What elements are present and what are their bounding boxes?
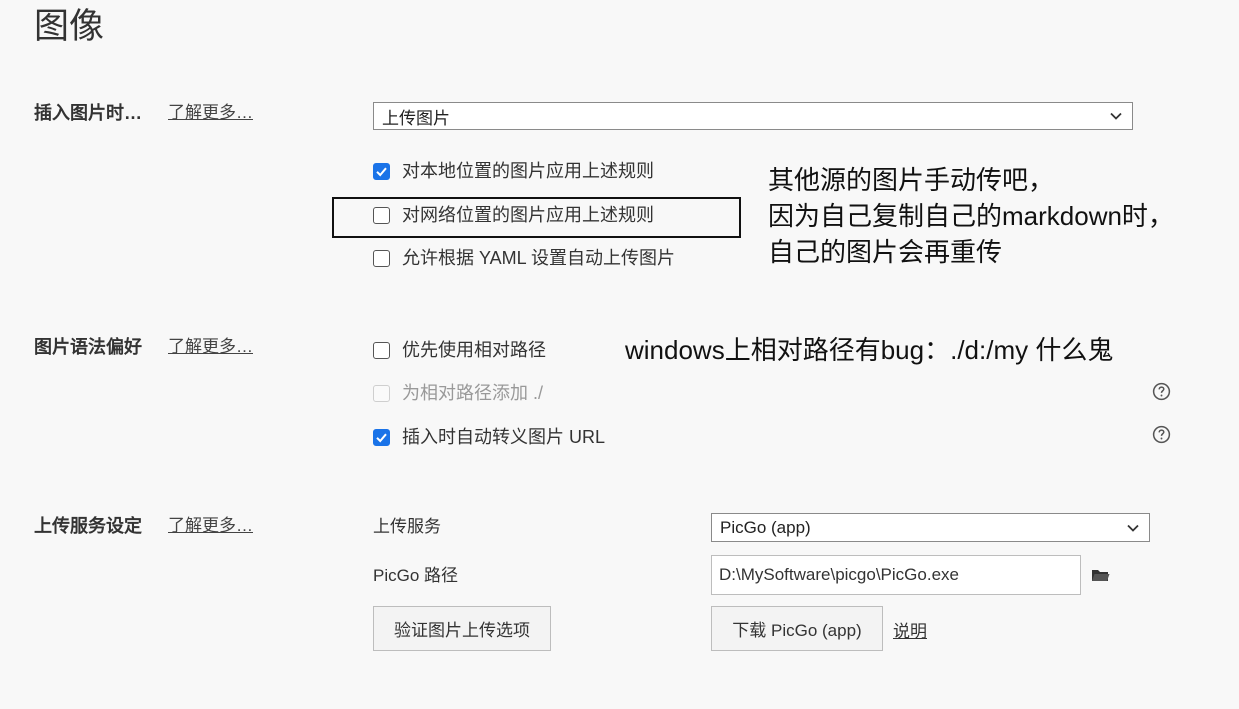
option-label: 允许根据 YAML 设置自动上传图片: [402, 248, 676, 268]
option-network-images[interactable]: 对网络位置的图片应用上述规则: [373, 203, 654, 227]
checkbox-add-dot-slash: [373, 384, 390, 402]
checkbox-network-images[interactable]: [373, 206, 390, 224]
upload-service-value: PicGo (app): [720, 517, 811, 537]
insert-action-value: 上传图片: [382, 108, 450, 128]
insert-action-select[interactable]: 上传图片: [373, 102, 1133, 130]
picgo-path-label: PicGo 路径: [373, 566, 459, 585]
folder-icon[interactable]: [1091, 567, 1110, 583]
check-icon: [376, 433, 387, 442]
option-local-images[interactable]: 对本地位置的图片应用上述规则: [373, 159, 654, 183]
picgo-path-input[interactable]: D:\MySoftware\picgo\PicGo.exe: [711, 555, 1081, 595]
insert-section-label: 插入图片时…: [34, 103, 142, 123]
checkbox-yaml-upload[interactable]: [373, 249, 390, 267]
option-label: 为相对路径添加 ./: [402, 383, 544, 403]
option-label: 对网络位置的图片应用上述规则: [402, 205, 654, 225]
chevron-down-icon: [1127, 524, 1139, 532]
picgo-path-value: D:\MySoftware\picgo\PicGo.exe: [719, 565, 959, 584]
syntax-annotation: windows上相对路径有bug：./d:/my 什么鬼: [625, 335, 1114, 365]
upload-service-label: 上传服务: [373, 517, 441, 536]
annotation-line: 其他源的图片手动传吧，: [768, 165, 1055, 195]
checkbox-relative-path[interactable]: [373, 341, 390, 359]
page-title: 图像: [34, 7, 105, 46]
option-relative-path[interactable]: 优先使用相对路径: [373, 338, 546, 362]
explain-link[interactable]: 说明: [893, 617, 927, 642]
check-icon: [376, 167, 387, 176]
annotation-line: 自己的图片会再重传: [768, 237, 1003, 267]
syntax-learn-more-link[interactable]: 了解更多…: [168, 335, 253, 359]
insert-annotation: 其他源的图片手动传吧， 因为自己复制自己的markdown时， 自己的图片会再重…: [768, 162, 1174, 270]
option-escape-url[interactable]: 插入时自动转义图片 URL: [373, 425, 605, 449]
help-circle-icon[interactable]: [1152, 425, 1171, 444]
annotation-line: 因为自己复制自己的markdown时，: [768, 201, 1174, 231]
checkbox-local-images[interactable]: [373, 162, 390, 180]
chevron-down-icon: [1110, 112, 1122, 120]
option-label: 插入时自动转义图片 URL: [402, 427, 606, 447]
checkbox-escape-url[interactable]: [373, 428, 390, 446]
help-circle-icon[interactable]: [1152, 382, 1171, 401]
upload-service-select[interactable]: PicGo (app): [711, 513, 1150, 542]
verify-upload-button[interactable]: 验证图片上传选项: [373, 606, 551, 651]
upload-section-label: 上传服务设定: [34, 516, 142, 536]
option-yaml-upload[interactable]: 允许根据 YAML 设置自动上传图片: [373, 246, 675, 270]
option-add-dot-slash: 为相对路径添加 ./: [373, 381, 543, 405]
download-picgo-button[interactable]: 下载 PicGo (app): [711, 606, 883, 651]
upload-learn-more-link[interactable]: 了解更多…: [168, 514, 253, 538]
option-label: 对本地位置的图片应用上述规则: [402, 161, 654, 181]
syntax-section-label: 图片语法偏好: [34, 337, 142, 357]
option-label: 优先使用相对路径: [402, 340, 546, 360]
insert-learn-more-link[interactable]: 了解更多…: [168, 101, 253, 125]
